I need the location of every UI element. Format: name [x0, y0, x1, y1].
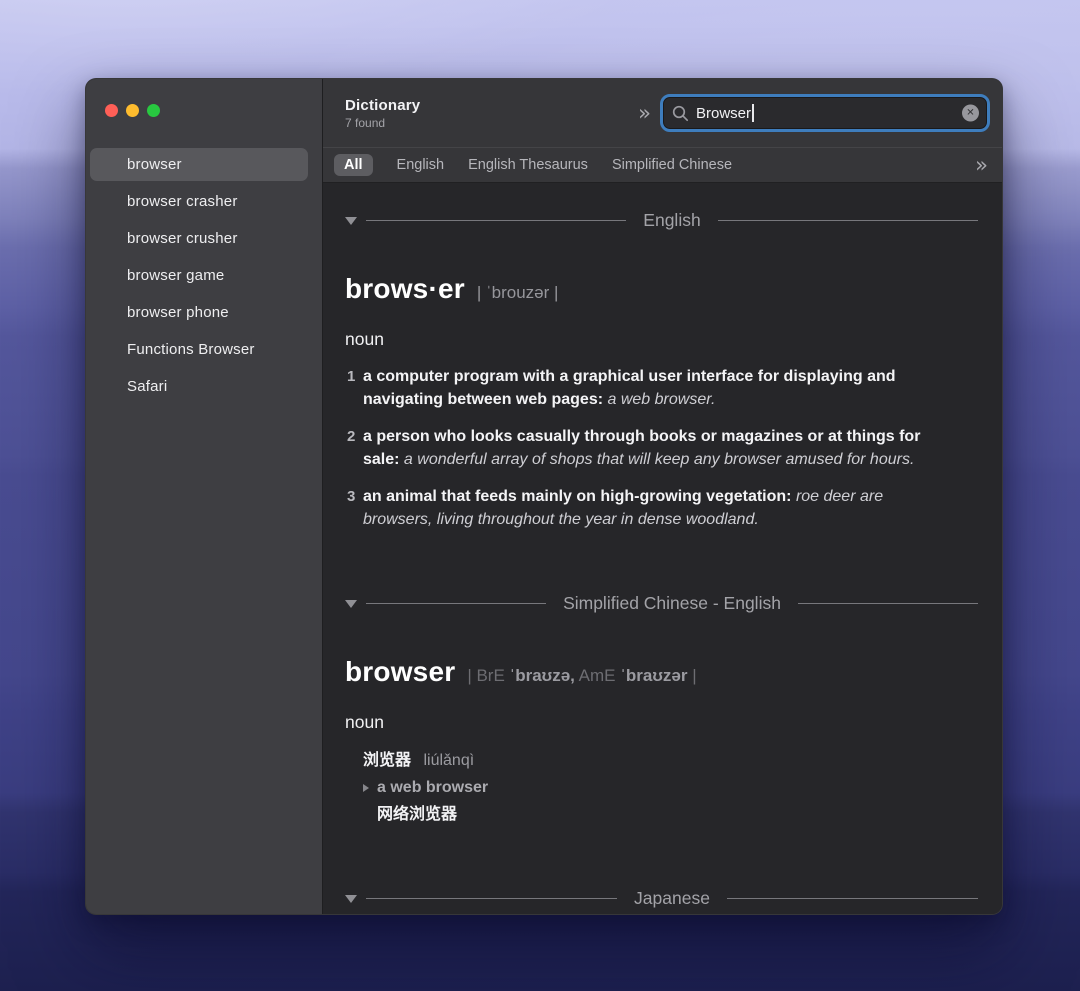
- definition-text: an animal that feeds mainly on high-grow…: [363, 488, 796, 505]
- tab-english[interactable]: English: [397, 157, 445, 173]
- disclosure-triangle-icon[interactable]: [345, 894, 357, 903]
- dictionary-tabbar: All English English Thesaurus Simplified…: [323, 147, 1002, 183]
- pinyin: liúlǎnqì: [423, 752, 475, 769]
- toolbar: Dictionary 7 found » Browser ✕: [323, 79, 1002, 147]
- divider: [366, 603, 547, 604]
- section-header-simplified-chinese: Simplified Chinese - English: [345, 593, 979, 614]
- zoom-button[interactable]: [147, 104, 160, 117]
- pronunciation: | ˈbrouzər |: [476, 283, 559, 302]
- search-input[interactable]: Browser: [696, 105, 751, 122]
- definition-number: 1: [347, 368, 356, 385]
- main-pane: Dictionary 7 found » Browser ✕ All Engli…: [323, 79, 1002, 914]
- translation-block: 浏览器 liúlǎnqì a web browser 网络浏览器: [345, 747, 978, 828]
- definition-body: a person who looks casually through book…: [363, 425, 955, 471]
- pron-pipe: |: [692, 666, 697, 685]
- section-label: Simplified Chinese - English: [563, 593, 781, 613]
- result-count: 7 found: [345, 115, 386, 130]
- example-line: a web browser: [345, 774, 978, 801]
- toolbar-overflow-chevron-icon[interactable]: »: [638, 102, 651, 124]
- tab-overflow-chevron-icon[interactable]: »: [975, 154, 988, 176]
- headword-row: browser | BrE ˈbraʊzə, AmE ˈbraʊzər |: [345, 656, 978, 688]
- divider: [797, 603, 979, 604]
- example-text: a web browser: [377, 779, 489, 796]
- desktop-wallpaper: browser browser crasher browser crusher …: [0, 0, 1080, 991]
- toolbar-right: » Browser ✕: [638, 94, 990, 132]
- list-item-browser-crasher[interactable]: browser crasher: [90, 185, 308, 218]
- disclosure-triangle-icon[interactable]: [345, 216, 357, 225]
- definition-example: a wonderful array of shops that will kee…: [403, 451, 915, 468]
- definition-content: English brows·er | ˈbrouzər | noun 1 a c…: [323, 183, 1002, 914]
- entry-english: brows·er | ˈbrouzər | noun 1 a computer …: [345, 273, 978, 531]
- window-controls: [86, 79, 322, 117]
- search-field[interactable]: Browser ✕: [660, 94, 990, 132]
- pronunciation: | BrE ˈbraʊzə, AmE ˈbraʊzər |: [467, 666, 696, 686]
- translation: 浏览器: [363, 752, 412, 769]
- definition-row: 1 a computer program with a graphical us…: [345, 365, 978, 411]
- headword: browser: [345, 656, 456, 687]
- definition-row: 2 a person who looks casually through bo…: [345, 425, 978, 471]
- close-button[interactable]: [105, 104, 118, 117]
- clear-search-icon[interactable]: ✕: [962, 104, 979, 122]
- list-item-safari[interactable]: Safari: [90, 370, 308, 403]
- part-of-speech: noun: [345, 329, 384, 349]
- dictionary-window: browser browser crasher browser crusher …: [85, 78, 1003, 915]
- list-item-browser-crusher[interactable]: browser crusher: [90, 222, 308, 255]
- ame-ipa: ˈbraʊzər: [615, 666, 693, 685]
- page-title: Dictionary: [345, 96, 421, 114]
- divider: [366, 898, 618, 899]
- entry-simplified-chinese: browser | BrE ˈbraʊzə, AmE ˈbraʊzər | no…: [345, 656, 978, 828]
- bre-label: BrE: [476, 666, 505, 685]
- tab-english-thesaurus[interactable]: English Thesaurus: [468, 157, 588, 173]
- definition-example: a web browser.: [607, 391, 716, 408]
- minimize-button[interactable]: [126, 104, 139, 117]
- headword: brows·er: [345, 273, 465, 304]
- headword-row: brows·er | ˈbrouzər |: [345, 273, 978, 305]
- text-caret: [752, 104, 755, 122]
- divider: [366, 220, 627, 221]
- section-header-english: English: [345, 210, 978, 231]
- section-label: Japanese: [634, 888, 710, 908]
- title-block: Dictionary 7 found: [345, 97, 420, 130]
- definition-row: 3 an animal that feeds mainly on high-gr…: [345, 485, 978, 531]
- search-icon: [672, 105, 689, 121]
- section-label: English: [643, 210, 701, 230]
- search-results-list: browser browser crasher browser crusher …: [86, 148, 322, 403]
- section-header-japanese: Japanese: [345, 888, 978, 909]
- disclosure-triangle-icon[interactable]: [345, 599, 357, 608]
- translation-line: 浏览器 liúlǎnqì: [345, 747, 978, 774]
- divider: [726, 898, 978, 899]
- list-item-functions-browser[interactable]: Functions Browser: [90, 333, 308, 366]
- example-bullet-icon: [363, 783, 369, 792]
- tab-simplified-chinese[interactable]: Simplified Chinese: [612, 157, 732, 173]
- ame-label: AmE: [574, 666, 616, 685]
- definition-number: 2: [347, 428, 356, 445]
- divider: [717, 220, 978, 221]
- definition-list: 1 a computer program with a graphical us…: [345, 365, 978, 531]
- bre-ipa: ˈbraʊzə,: [504, 666, 575, 685]
- definition-number: 3: [347, 488, 356, 505]
- definition-body: a computer program with a graphical user…: [363, 365, 955, 411]
- tab-all[interactable]: All: [334, 154, 373, 176]
- example-translation: 网络浏览器: [377, 806, 458, 823]
- sidebar: browser browser crasher browser crusher …: [86, 79, 323, 914]
- definition-body: an animal that feeds mainly on high-grow…: [363, 485, 955, 531]
- list-item-browser-game[interactable]: browser game: [90, 259, 308, 292]
- list-item-browser[interactable]: browser: [90, 148, 308, 181]
- part-of-speech: noun: [345, 712, 384, 732]
- list-item-browser-phone[interactable]: browser phone: [90, 296, 308, 329]
